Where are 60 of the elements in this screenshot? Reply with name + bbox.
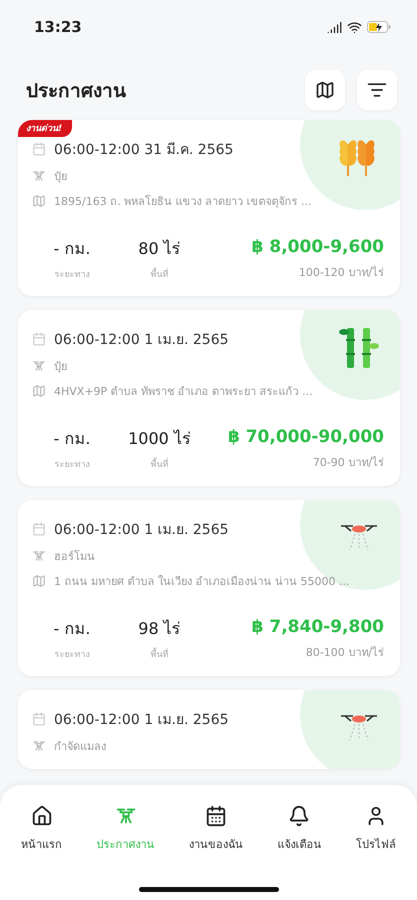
rate-per-rai: 80-100 บาท/ไร่ [306, 645, 384, 661]
map-icon [32, 384, 46, 398]
job-card[interactable]: งานด่วน! 06:00-12:00 31 มี.ค. 2565 ปุ๋ย 1895/163 ถ. พหลโยธิน แขวง ลาดยาว เขตจตุจักร ... - กม. ระยะทาง 80 ไร่ พื้นที่ ฿ 8,000-9,600 100-120 บาท/ไร่ [18, 120, 400, 296]
signal-icon [327, 20, 342, 34]
area-label: พื้นที่ [150, 647, 168, 661]
map-icon [315, 80, 335, 100]
nav-tab[interactable]: งานของฉัน [186, 805, 245, 857]
price-range: ฿ 7,840-9,800 [252, 617, 384, 637]
battery-icon [367, 21, 391, 33]
job-address: 4HVX+9P ตำบล ทัพราช อำเภอ ตาพระยา สระแก้ว ... [54, 384, 313, 400]
urgent-label: งานด่วน! [18, 120, 72, 137]
calendar-icon [204, 805, 227, 827]
calendar-icon [32, 332, 46, 346]
drone-icon [32, 359, 46, 373]
job-address: 1895/163 ถ. พหลโยธิน แขวง ลาดยาว เขตจตุจักร ... [54, 194, 312, 210]
area-label: พื้นที่ [150, 457, 168, 471]
rate-per-rai: 70-90 บาท/ไร่ [312, 455, 384, 471]
job-address: 1 ถนน มหายศ ตำบล ในเวียง อำเภอเมืองน่าน น่าน 55000 ... [54, 574, 350, 590]
area-label: พื้นที่ [150, 267, 168, 281]
price-range: ฿ 70,000-90,000 [228, 427, 384, 447]
calendar-icon [32, 712, 46, 726]
distance-label: ระยะทาง [54, 459, 90, 471]
rate-per-rai: 100-120 บาท/ไร่ [298, 265, 384, 281]
map-icon [32, 194, 46, 208]
area-value: 1000 ไร่ [128, 428, 191, 450]
job-card[interactable]: 06:00-12:00 1 เม.ย. 2565 ปุ๋ย 4HVX+9P ตำบล ทัพราช อำเภอ ตาพระยา สระแก้ว ... - กม. ระยะทาง 1000 ไร่ พื้นที่ ฿ 70,000-90,000 70-90 บาท/ไร่ [18, 310, 400, 486]
job-schedule: 06:00-12:00 1 เม.ย. 2565 [54, 711, 229, 730]
distance-value: - กม. [54, 428, 90, 450]
distance-label: ระยะทาง [54, 269, 90, 281]
job-service: ฮอร์โมน [54, 549, 95, 565]
job-service: ปุ๋ย [54, 169, 67, 185]
home-icon [30, 805, 53, 827]
map-button[interactable] [305, 70, 345, 110]
area-value: 80 ไร่ [138, 238, 181, 260]
job-schedule: 06:00-12:00 1 เม.ย. 2565 [54, 331, 229, 350]
nav-tab[interactable]: แจ้งเตือน [275, 805, 324, 857]
drone-icon [32, 549, 46, 563]
job-schedule: 06:00-12:00 1 เม.ย. 2565 [54, 521, 229, 540]
job-schedule: 06:00-12:00 31 มี.ค. 2565 [54, 141, 234, 160]
job-card[interactable]: 06:00-12:00 1 เม.ย. 2565 กำจัดแมลง [18, 690, 400, 769]
nav-tab[interactable]: โปรไฟล์ [354, 805, 398, 857]
distance-label: ระยะทาง [54, 649, 90, 661]
page-title: ประกาศงาน [26, 79, 126, 104]
area-value: 98 ไร่ [138, 618, 181, 640]
drone-icon [32, 169, 46, 183]
calendar-icon [32, 142, 46, 156]
nav-tab[interactable]: หน้าแรก [19, 805, 64, 857]
price-range: ฿ 8,000-9,600 [252, 237, 384, 257]
map-icon [32, 574, 46, 588]
calendar-icon [32, 522, 46, 536]
distance-value: - กม. [54, 618, 90, 640]
drone-icon [32, 739, 46, 753]
job-service: ปุ๋ย [54, 359, 67, 375]
job-service: กำจัดแมลง [54, 739, 106, 755]
status-time: 13:23 [34, 18, 82, 36]
distance-value: - กม. [54, 238, 90, 260]
filter-button[interactable] [357, 70, 397, 110]
bell-icon [288, 805, 310, 827]
job-card[interactable]: 06:00-12:00 1 เม.ย. 2565 ฮอร์โมน 1 ถนน มหายศ ตำบล ในเวียง อำเภอเมืองน่าน น่าน 55000 ... - กม. ระยะทาง 98 ไร่ พื้นที่ ฿ 7,840-9,800 80-100 บาท/ไร่ [18, 500, 400, 676]
wifi-icon [347, 20, 362, 34]
